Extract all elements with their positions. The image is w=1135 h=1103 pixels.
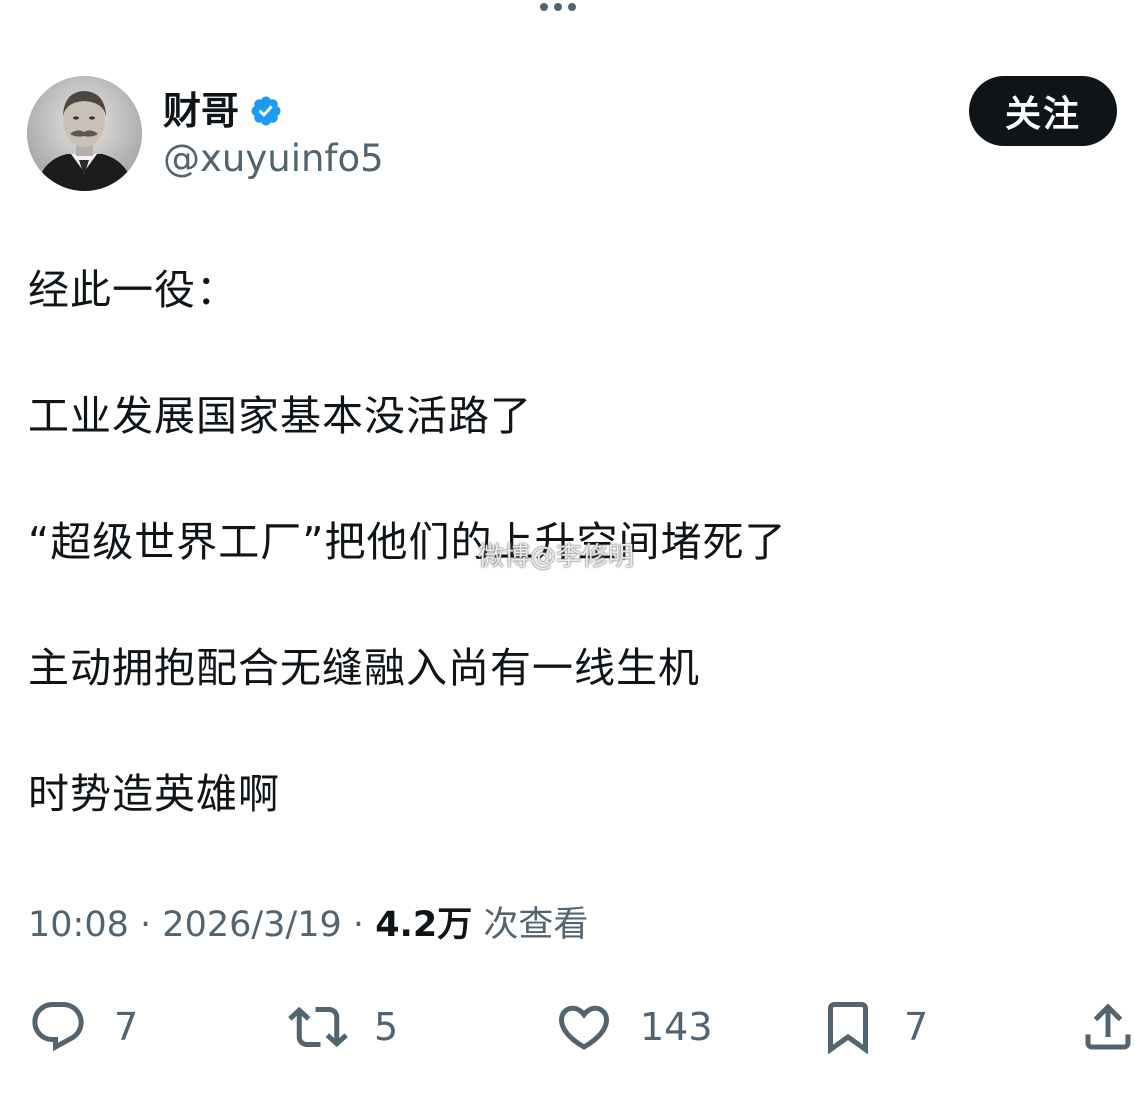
heart-icon bbox=[558, 1005, 610, 1050]
retweet-count: 5 bbox=[374, 1005, 399, 1049]
verified-badge-icon bbox=[251, 96, 281, 126]
tweet-text: 经此一役： 工业发展国家基本没活路了 “超级世界工厂”把他们的上升空间堵死了 主… bbox=[28, 262, 1108, 892]
reply-count: 7 bbox=[114, 1005, 139, 1049]
bookmark-icon bbox=[828, 1002, 868, 1055]
share-upload-icon bbox=[1085, 1003, 1131, 1050]
follow-button[interactable]: 关注 bbox=[969, 76, 1117, 146]
page-indicator-dots bbox=[540, 0, 584, 11]
tweet-line: 工业发展国家基本没活路了 bbox=[28, 392, 532, 440]
share-button[interactable] bbox=[1078, 990, 1135, 1064]
views-label: 次查看 bbox=[483, 905, 589, 945]
retweet-arrows-icon bbox=[288, 1006, 348, 1048]
retweet-button[interactable]: 5 bbox=[288, 990, 398, 1064]
display-name[interactable]: 财哥 bbox=[163, 88, 239, 134]
speech-bubble-icon bbox=[32, 1002, 84, 1052]
name-row: 财哥 bbox=[163, 88, 283, 134]
meta-separator: · bbox=[140, 905, 152, 945]
tweet-header: 财哥 @xuyuinfo5 关注 bbox=[27, 76, 1117, 192]
bookmark-count: 7 bbox=[904, 1005, 929, 1049]
like-button[interactable]: 143 bbox=[554, 990, 713, 1064]
views-count: 4.2万 bbox=[375, 905, 473, 945]
user-handle[interactable]: @xuyuinfo5 bbox=[163, 136, 384, 182]
tweet-line: 经此一役： bbox=[28, 266, 238, 314]
tweet-line: 时势造英雄啊 bbox=[28, 770, 280, 818]
tweet-line: 主动拥抱配合无缝融入尚有一线生机 bbox=[28, 644, 700, 692]
bookmark-button[interactable]: 7 bbox=[818, 990, 928, 1064]
tweet-time[interactable]: 10:08 bbox=[28, 905, 129, 945]
action-bar: 7 5 143 7 bbox=[0, 990, 1135, 1064]
like-count: 143 bbox=[640, 1005, 713, 1049]
avatar[interactable] bbox=[27, 76, 142, 191]
tweet-date[interactable]: 2026/3/19 bbox=[162, 905, 341, 945]
image-watermark: 微博@李修明 bbox=[478, 542, 635, 572]
meta-separator: · bbox=[352, 905, 365, 945]
reply-button[interactable]: 7 bbox=[28, 990, 138, 1064]
tweet-meta: 10:08 · 2026/3/19 · 4.2万 次查看 bbox=[28, 902, 588, 948]
